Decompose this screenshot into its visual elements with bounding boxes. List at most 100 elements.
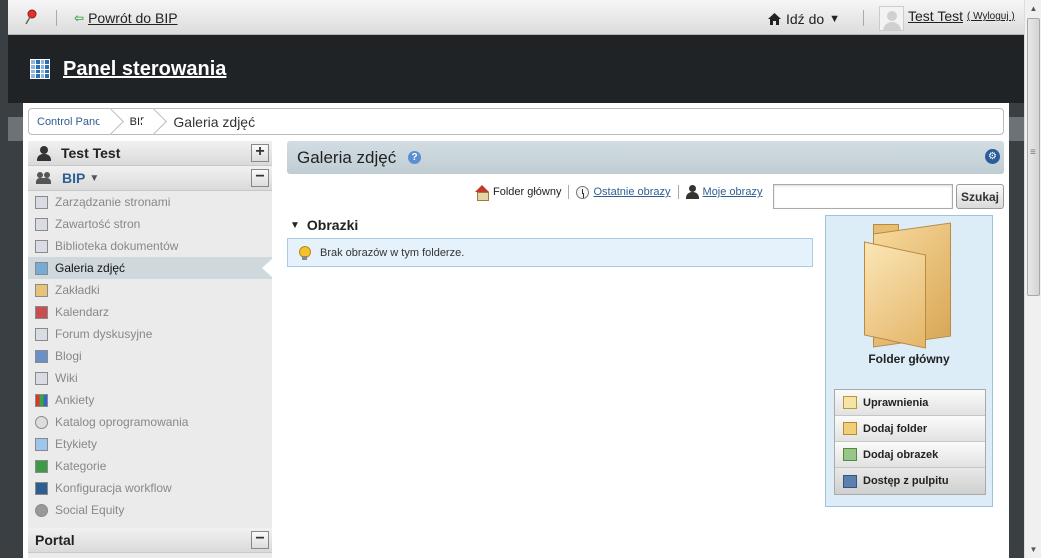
sidebar-item-label: Zawartość stron xyxy=(55,217,141,231)
expand-icon[interactable]: + xyxy=(251,144,269,162)
sidebar-portal-panel[interactable]: Portal − xyxy=(28,528,272,553)
portlet-title: Galeria zdjęć xyxy=(297,148,397,167)
vertical-scrollbar[interactable]: ▲ ▼ xyxy=(1024,0,1041,558)
sidebar-item-message-boards[interactable]: Forum dyskusyjne xyxy=(28,323,272,345)
categories-icon xyxy=(35,459,48,473)
user-icon xyxy=(685,185,699,199)
sidebar-item-label: Forum dyskusyjne xyxy=(55,327,153,341)
software-catalog-icon xyxy=(35,415,48,429)
sidebar-item-bookmarks[interactable]: Zakładki xyxy=(28,279,272,301)
control-panel-logo-icon xyxy=(30,59,50,79)
help-icon[interactable]: ? xyxy=(408,151,421,164)
divider xyxy=(863,10,864,26)
add-image-icon xyxy=(843,448,857,461)
sidebar-item-pages[interactable]: Zarządzanie stronami xyxy=(28,191,272,213)
sidebar-item-tags[interactable]: Etykiety xyxy=(28,433,272,455)
images-section-title: Obrazki xyxy=(306,217,359,233)
user-menu[interactable]: Test Test ( Wyloguj ) xyxy=(879,6,1015,31)
tags-icon xyxy=(35,437,48,451)
sidebar-item-document-library[interactable]: Biblioteka dokumentów xyxy=(28,235,272,257)
site-selector[interactable]: BIP xyxy=(62,170,85,186)
sidebar-item-label: Kategorie xyxy=(55,459,107,473)
sidebar-item-polls[interactable]: Ankiety xyxy=(28,389,272,411)
control-panel-title-link[interactable]: Panel sterowania xyxy=(63,58,226,81)
window-edge xyxy=(1041,0,1049,558)
sidebar-item-label: Zarządzanie stronami xyxy=(55,195,171,209)
workflow-icon xyxy=(35,481,48,495)
permissions-icon xyxy=(843,396,857,409)
social-equity-icon xyxy=(35,503,48,517)
configuration-icon[interactable]: ⚙ xyxy=(985,149,1000,164)
sidebar-item-label: Wiki xyxy=(55,371,78,385)
blogs-icon xyxy=(35,349,48,363)
home-icon xyxy=(768,13,781,25)
collapse-icon[interactable]: − xyxy=(251,169,269,187)
calendar-icon xyxy=(35,305,48,319)
breadcrumb-current: Galeria zdjęć xyxy=(173,113,256,130)
logout-link[interactable]: ( Wyloguj ) xyxy=(967,11,1015,22)
back-to-site-link[interactable]: ⇦ Powrót do BIP xyxy=(74,10,178,26)
pin-icon[interactable] xyxy=(22,8,40,26)
gallery-toolbar: Folder główny Ostatnie obrazy Moje obraz… xyxy=(468,183,769,201)
sidebar-item-image-gallery[interactable]: Galeria zdjęć xyxy=(28,257,272,279)
sidebar-item-label: Etykiety xyxy=(55,437,98,451)
collapse-triangle-icon: ▼ xyxy=(290,219,300,231)
polls-icon xyxy=(35,393,48,407)
sidebar-item-wiki[interactable]: Wiki xyxy=(28,367,272,389)
sidebar-site-panel[interactable]: BIP ▼ − xyxy=(28,166,272,191)
action-label: Dostęp z pulpitu xyxy=(863,475,949,487)
search-input[interactable] xyxy=(773,184,953,209)
back-to-site-label: Powrót do BIP xyxy=(88,10,178,26)
recent-images-label: Ostatnie obrazy xyxy=(593,186,671,198)
sidebar-item-calendar[interactable]: Kalendarz xyxy=(28,301,272,323)
user-panel-label: Test Test xyxy=(61,145,121,161)
portal-panel-label: Portal xyxy=(35,532,75,548)
my-images-tab[interactable]: Moje obrazy xyxy=(679,185,770,199)
clock-icon xyxy=(576,185,590,199)
breadcrumb-site[interactable]: BIP xyxy=(122,109,158,134)
sidebar-item-label: Galeria zdjęć xyxy=(55,261,126,275)
folder-name: Folder główny xyxy=(868,352,950,366)
search-button[interactable]: Szukaj xyxy=(956,184,1004,209)
pages-icon xyxy=(35,195,48,209)
sidebar-item-workflow[interactable]: Konfiguracja workflow xyxy=(28,477,272,499)
document-library-icon xyxy=(35,239,48,253)
back-arrow-icon: ⇦ xyxy=(74,11,85,25)
recent-images-tab[interactable]: Ostatnie obrazy xyxy=(569,185,677,199)
sidebar-item-social-equity[interactable]: Social Equity xyxy=(28,499,272,521)
add-folder-icon xyxy=(843,422,857,435)
add-folder-button[interactable]: Dodaj folder xyxy=(835,416,985,442)
desktop-access-button[interactable]: Dostęp z pulpitu xyxy=(835,468,985,494)
images-section-toggle[interactable]: ▼ Obrazki xyxy=(290,217,358,233)
sidebar-item-categories[interactable]: Kategorie xyxy=(28,455,272,477)
image-gallery-icon xyxy=(35,261,48,275)
scrollbar-thumb[interactable] xyxy=(1027,18,1040,296)
web-content-icon xyxy=(35,217,48,231)
scroll-up-icon[interactable]: ▲ xyxy=(1025,0,1042,17)
sidebar-item-label: Ankiety xyxy=(55,393,95,407)
portlet-title-bar: Galeria zdjęć ? ⚙ xyxy=(287,141,1004,174)
dropdown-arrow-icon[interactable]: ▼ xyxy=(89,173,99,184)
sidebar-item-label: Katalog oprogramowania xyxy=(55,415,189,429)
breadcrumb: Control Panel BIP Galeria zdjęć xyxy=(28,108,1004,135)
folder-details-panel: Folder główny Uprawnienia Dodaj folder D… xyxy=(825,215,993,507)
sidebar-item-web-content[interactable]: Zawartość stron xyxy=(28,213,272,235)
dropdown-arrow-icon: ▼ xyxy=(829,13,841,25)
user-name-link[interactable]: Test Test xyxy=(908,8,963,24)
add-image-button[interactable]: Dodaj obrazek xyxy=(835,442,985,468)
bookmarks-icon xyxy=(35,283,48,297)
wiki-icon xyxy=(35,371,48,385)
collapse-icon[interactable]: − xyxy=(251,531,269,549)
sidebar-item-label: Biblioteka dokumentów xyxy=(55,239,179,253)
breadcrumb-control-panel[interactable]: Control Panel xyxy=(29,109,114,134)
permissions-button[interactable]: Uprawnienia xyxy=(835,390,985,416)
scroll-down-icon[interactable]: ▼ xyxy=(1025,541,1042,558)
go-to-menu[interactable]: Idź do ▼ xyxy=(768,11,840,27)
sidebar-item-label: Konfiguracja workflow xyxy=(55,481,172,495)
control-panel-header: Panel sterowania xyxy=(8,35,1024,103)
root-folder-tab[interactable]: Folder główny xyxy=(468,185,568,201)
sidebar-item-blogs[interactable]: Blogi xyxy=(28,345,272,367)
sidebar-user-panel[interactable]: Test Test + xyxy=(28,141,272,166)
home-icon xyxy=(475,185,489,201)
sidebar-item-software-catalog[interactable]: Katalog oprogramowania xyxy=(28,411,272,433)
